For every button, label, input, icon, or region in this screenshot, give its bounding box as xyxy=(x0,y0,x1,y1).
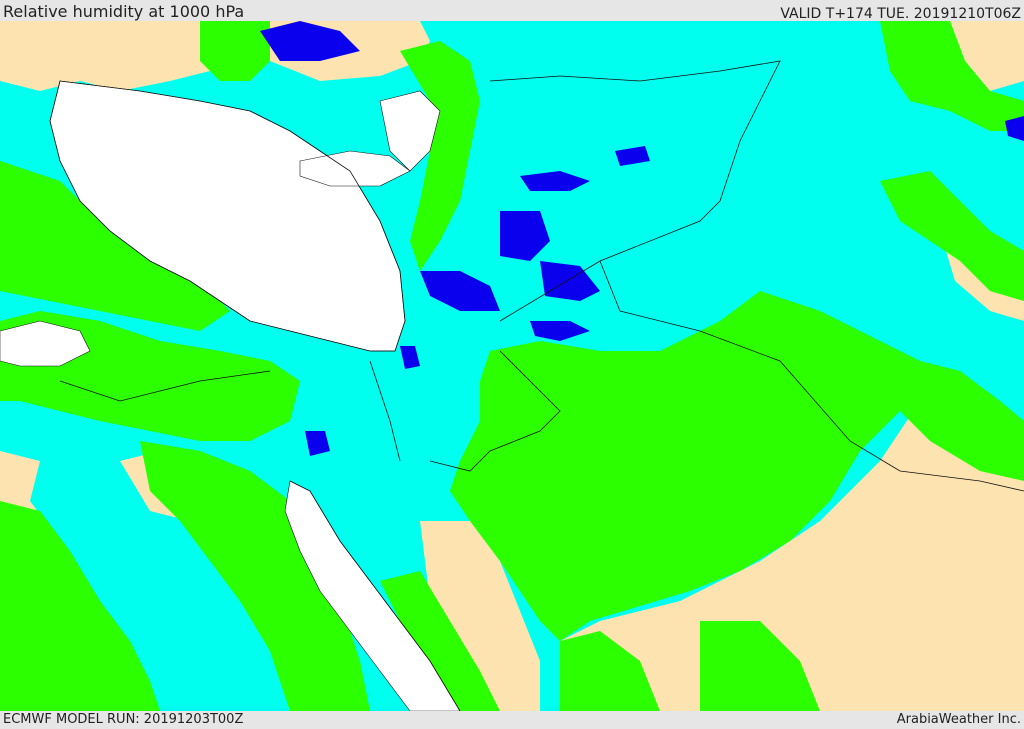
model-run-label: ECMWF MODEL RUN: 20191203T00Z xyxy=(3,712,244,727)
map-title: Relative humidity at 1000 hPa xyxy=(3,2,245,21)
credit-label: ArabiaWeather Inc. xyxy=(896,712,1021,727)
humidity-map-viewer: Relative humidity at 1000 hPa VALID T+17… xyxy=(0,0,1024,729)
humidity-map xyxy=(0,21,1024,711)
header-bar: Relative humidity at 1000 hPa VALID T+17… xyxy=(0,0,1024,22)
footer-bar: ECMWF MODEL RUN: 20191203T00Z ArabiaWeat… xyxy=(0,711,1024,729)
